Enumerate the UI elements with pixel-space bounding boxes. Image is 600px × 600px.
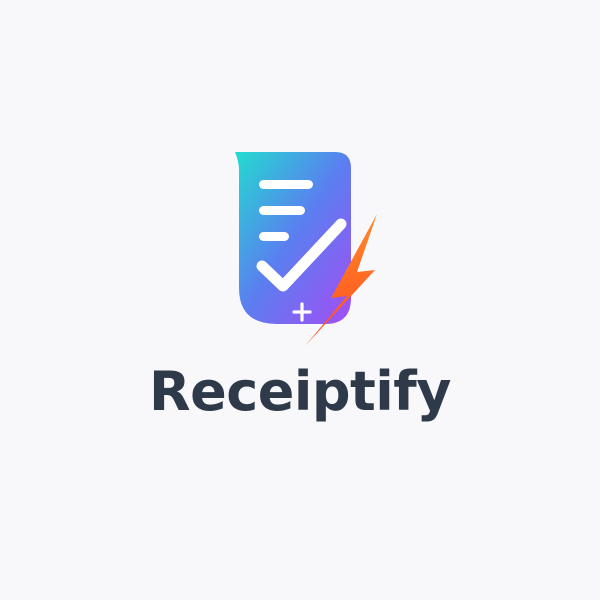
brand-wordmark: Receiptify <box>148 360 452 423</box>
receipt-line-3 <box>259 232 289 241</box>
logo-canvas: Receiptify <box>0 0 600 600</box>
receipt-line-2 <box>259 206 305 215</box>
receipt-line-1 <box>259 180 313 189</box>
receiptify-logo-mark <box>235 152 377 346</box>
